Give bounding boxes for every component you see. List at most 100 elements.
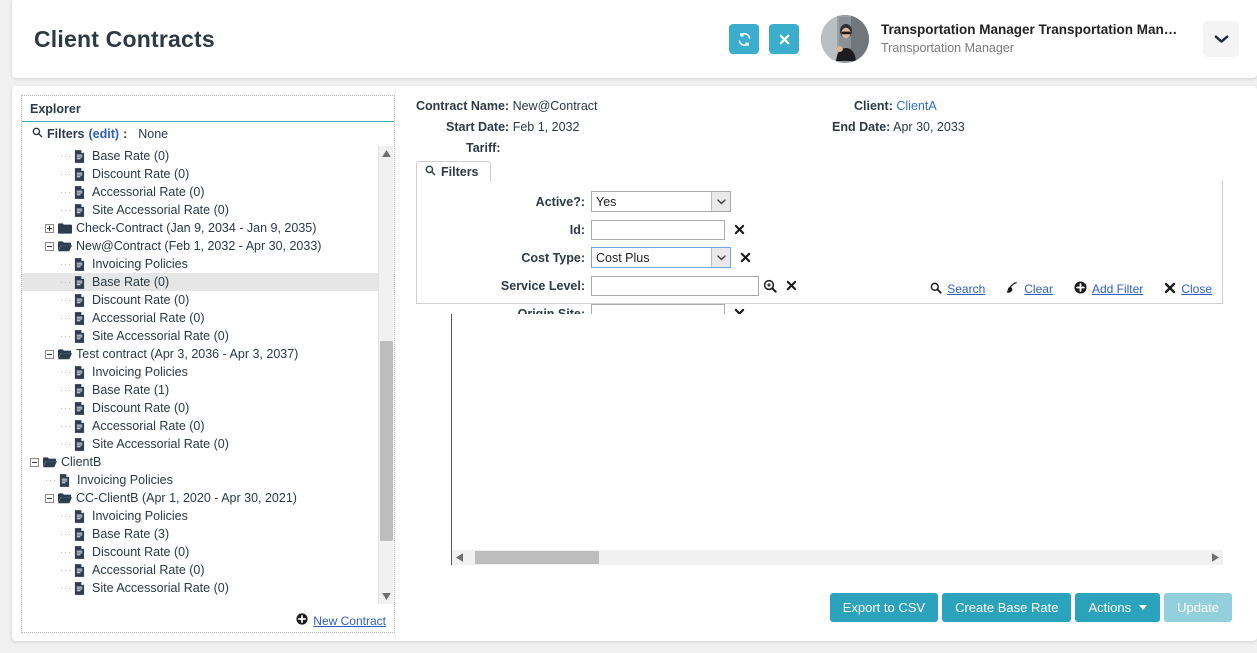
filter-action-add-filter[interactable]: Add Filter (1074, 281, 1143, 297)
tree-node[interactable]: ···Discount Rate (0) (22, 165, 394, 183)
refresh-button[interactable] (729, 24, 759, 54)
explorer-filters-colon: : (123, 127, 127, 141)
button-label: Actions (1088, 600, 1131, 615)
tree-node-label: Accessorial Rate (0) (92, 311, 205, 325)
filter-select[interactable]: Yes (591, 191, 731, 212)
tree-node-label: Discount Rate (0) (92, 293, 189, 307)
tree-node[interactable]: ···Site Accessorial Rate (0) (22, 579, 394, 597)
filter-action-close[interactable]: Close (1164, 282, 1212, 297)
chevron-down-icon[interactable] (711, 248, 730, 267)
tree-collapse-toggle[interactable] (45, 350, 54, 359)
explorer-filters-edit-link[interactable]: (edit) (89, 127, 120, 141)
filter-action-label: Close (1181, 282, 1212, 296)
filter-field-label: Cost Type: (417, 251, 591, 265)
clear-filter-icon[interactable] (786, 280, 797, 291)
tree-guide-dots: ··· (60, 547, 74, 557)
tree-node[interactable]: Test contract (Apr 3, 2036 - Apr 3, 2037… (22, 345, 394, 363)
filter-text-input[interactable] (591, 276, 759, 296)
start-date-label: Start Date: (446, 120, 509, 134)
avatar[interactable] (821, 15, 869, 63)
explorer-filters-value: None (138, 127, 168, 141)
tree-indent (22, 525, 60, 543)
tab-filters[interactable]: Filters (416, 161, 491, 182)
tree-node[interactable]: ···Accessorial Rate (0) (22, 417, 394, 435)
clear-filter-icon[interactable] (740, 252, 751, 263)
user-role: Transportation Manager (881, 40, 1181, 57)
clear-filter-icon[interactable] (734, 224, 745, 235)
filter-select[interactable]: Cost Plus (591, 247, 731, 268)
filter-text-input[interactable] (591, 220, 725, 240)
explorer-scrollbar-thumb[interactable] (380, 341, 393, 541)
tree-node[interactable]: ···Invoicing Policies (22, 471, 394, 489)
tree-node-label: Test contract (Apr 3, 2036 - Apr 3, 2037… (76, 347, 298, 361)
tree-node[interactable]: ···Discount Rate (0) (22, 399, 394, 417)
actions-button[interactable]: Actions (1075, 593, 1160, 622)
tree-collapse-toggle[interactable] (30, 458, 39, 467)
tree-node-label: Site Accessorial Rate (0) (92, 203, 229, 217)
tree-guide-dots: ··· (60, 439, 74, 449)
tree-indent (22, 399, 60, 417)
tree-node[interactable]: ···Invoicing Policies (22, 255, 394, 273)
filter-action-clear[interactable]: Clear (1006, 281, 1053, 297)
tree-node[interactable]: Check-Contract (Jan 9, 2034 - Jan 9, 203… (22, 219, 394, 237)
tree-node[interactable]: ···Invoicing Policies (22, 363, 394, 381)
scroll-down-arrow-icon[interactable] (380, 589, 393, 604)
tree-node[interactable]: ···Discount Rate (0) (22, 543, 394, 561)
tree-node[interactable]: ···Base Rate (3) (22, 525, 394, 543)
tree-collapse-toggle[interactable] (45, 242, 54, 251)
scroll-right-arrow-icon[interactable] (1208, 550, 1223, 565)
tree-node[interactable]: New@Contract (Feb 1, 2032 - Apr 30, 2033… (22, 237, 394, 255)
export-to-csv-button[interactable]: Export to CSV (830, 593, 938, 622)
plus-circle-icon (296, 613, 308, 628)
tree-node[interactable]: ClientB (22, 453, 394, 471)
tree-node[interactable]: ···Accessorial Rate (0) (22, 561, 394, 579)
client-label: Client: (854, 99, 893, 113)
chevron-down-icon[interactable] (711, 192, 730, 211)
tree-collapse-toggle[interactable] (45, 494, 54, 503)
tree-node-label: Site Accessorial Rate (0) (92, 581, 229, 595)
tree-node[interactable]: ···Discount Rate (0) (22, 291, 394, 309)
new-contract-link[interactable]: New Contract (296, 613, 386, 628)
tree-node[interactable]: ··· Site Accessorial Rate (0) (22, 435, 394, 453)
main-content-card: Explorer Filters (edit) : None ···Base R… (12, 86, 1257, 641)
update-button[interactable]: Update (1164, 593, 1232, 622)
close-button[interactable] (769, 24, 799, 54)
contract-name-row: Contract Name: New@Contract (416, 99, 598, 113)
tree-node[interactable]: CC-ClientB (Apr 1, 2020 - Apr 30, 2021) (22, 489, 394, 507)
user-meta: Transportation Manager Transportation Ma… (881, 21, 1181, 56)
tree-node[interactable]: ···Base Rate (0) (22, 273, 394, 291)
tariff-label: Tariff: (466, 141, 501, 155)
filter-field-label: Active?: (417, 195, 591, 209)
tree-node[interactable]: ···Accessorial Rate (0) (22, 183, 394, 201)
filter-action-search[interactable]: Search (930, 282, 985, 297)
results-scrollbar-thumb[interactable] (475, 551, 599, 564)
tree-node-label: Site Accessorial Rate (0) (92, 437, 229, 451)
filter-action-label: Add Filter (1092, 282, 1143, 296)
tree-indent (22, 183, 60, 201)
tree-node[interactable]: ···Base Rate (1) (22, 381, 394, 399)
tree-node[interactable]: ···Site Accessorial Rate (0) (22, 327, 394, 345)
tree-indent (22, 255, 60, 273)
explorer-vertical-scrollbar[interactable] (378, 146, 393, 604)
file-icon (74, 546, 89, 559)
scroll-left-arrow-icon[interactable] (452, 550, 467, 565)
file-icon (74, 150, 89, 163)
tree-node[interactable]: ···Base Rate (0) (22, 147, 394, 165)
avatar-photo (821, 15, 869, 63)
tree-node-label: Check-Contract (Jan 9, 2034 - Jan 9, 203… (76, 221, 316, 235)
client-value-link[interactable]: ClientA (896, 99, 936, 113)
tree-node-label: Accessorial Rate (0) (92, 563, 205, 577)
tree-expand-toggle[interactable] (45, 224, 54, 233)
tree-node[interactable]: ···Invoicing Policies (22, 507, 394, 525)
tree-guide-dots: ··· (60, 151, 74, 161)
create-base-rate-button[interactable]: Create Base Rate (942, 593, 1071, 622)
scrollbar-track[interactable] (467, 550, 1208, 565)
results-horizontal-scrollbar[interactable] (452, 550, 1223, 565)
lookup-search-icon[interactable] (763, 279, 777, 293)
tree-guide-dots: ··· (60, 385, 74, 395)
tree-node[interactable]: ···Accessorial Rate (0) (22, 309, 394, 327)
user-menu-button[interactable] (1203, 21, 1239, 57)
explorer-panel: Explorer Filters (edit) : None ···Base R… (21, 95, 395, 633)
scroll-up-arrow-icon[interactable] (379, 146, 393, 161)
tree-node[interactable]: ···Site Accessorial Rate (0) (22, 201, 394, 219)
